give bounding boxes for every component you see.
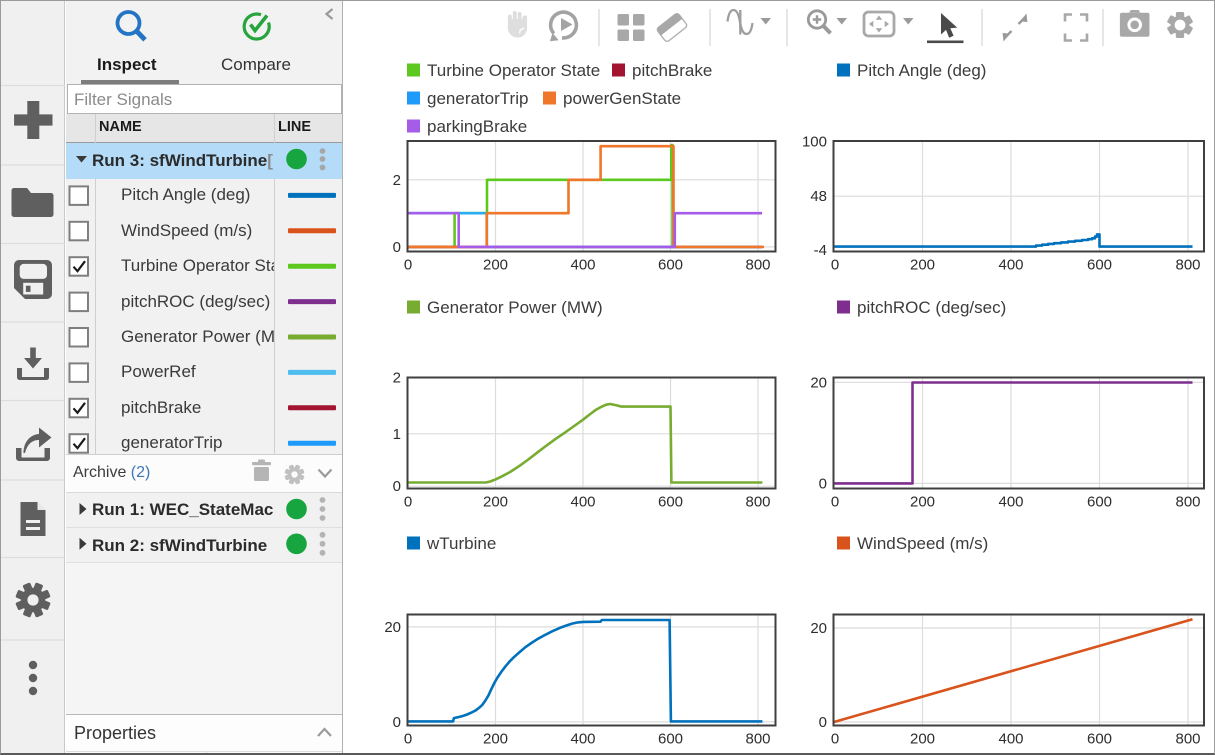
- svg-text:48: 48: [810, 188, 827, 205]
- svg-text:parkingBrake: parkingBrake: [427, 117, 527, 136]
- svg-text:800: 800: [1175, 257, 1200, 274]
- svg-text:800: 800: [1175, 494, 1200, 511]
- svg-text:WindSpeed (m/s): WindSpeed (m/s): [857, 534, 988, 553]
- svg-text:600: 600: [1087, 731, 1112, 748]
- svg-text:600: 600: [658, 731, 683, 748]
- svg-text:600: 600: [1087, 494, 1112, 511]
- svg-text:800: 800: [745, 494, 770, 511]
- svg-text:0: 0: [393, 239, 401, 256]
- svg-text:0: 0: [393, 714, 401, 731]
- svg-text:20: 20: [384, 619, 401, 636]
- svg-text:generatorTrip: generatorTrip: [427, 89, 528, 108]
- svg-text:-4: -4: [814, 242, 827, 259]
- svg-text:400: 400: [998, 257, 1023, 274]
- svg-text:800: 800: [1175, 731, 1200, 748]
- svg-text:powerGenState: powerGenState: [563, 89, 681, 108]
- svg-text:pitchROC (deg/sec): pitchROC (deg/sec): [857, 298, 1006, 317]
- svg-text:400: 400: [998, 494, 1023, 511]
- svg-text:2: 2: [393, 370, 401, 387]
- svg-text:20: 20: [810, 374, 827, 391]
- svg-text:20: 20: [810, 620, 827, 637]
- svg-text:400: 400: [570, 257, 595, 274]
- svg-text:800: 800: [745, 257, 770, 274]
- svg-text:0: 0: [819, 714, 827, 731]
- svg-text:Turbine Operator State: Turbine Operator State: [427, 61, 600, 80]
- svg-text:400: 400: [998, 731, 1023, 748]
- svg-text:0: 0: [831, 257, 839, 274]
- svg-text:200: 200: [910, 494, 935, 511]
- svg-text:pitchBrake: pitchBrake: [632, 61, 712, 80]
- svg-text:200: 200: [910, 257, 935, 274]
- svg-text:200: 200: [910, 731, 935, 748]
- svg-text:400: 400: [570, 731, 595, 748]
- svg-text:800: 800: [745, 731, 770, 748]
- svg-text:400: 400: [570, 494, 595, 511]
- svg-text:600: 600: [658, 257, 683, 274]
- svg-text:0: 0: [819, 475, 827, 492]
- svg-text:0: 0: [404, 257, 412, 274]
- svg-text:200: 200: [483, 731, 508, 748]
- svg-text:600: 600: [658, 494, 683, 511]
- svg-text:wTurbine: wTurbine: [426, 534, 496, 553]
- svg-text:0: 0: [393, 478, 401, 495]
- svg-text:1: 1: [393, 426, 401, 443]
- svg-text:2: 2: [393, 172, 401, 189]
- svg-text:200: 200: [483, 494, 508, 511]
- svg-text:Generator Power (MW): Generator Power (MW): [427, 298, 603, 317]
- svg-text:0: 0: [404, 731, 412, 748]
- svg-text:0: 0: [831, 731, 839, 748]
- svg-text:0: 0: [831, 494, 839, 511]
- svg-text:600: 600: [1087, 257, 1112, 274]
- svg-text:200: 200: [483, 257, 508, 274]
- svg-text:100: 100: [802, 134, 827, 151]
- svg-text:0: 0: [404, 494, 412, 511]
- svg-text:Pitch Angle (deg): Pitch Angle (deg): [857, 61, 986, 80]
